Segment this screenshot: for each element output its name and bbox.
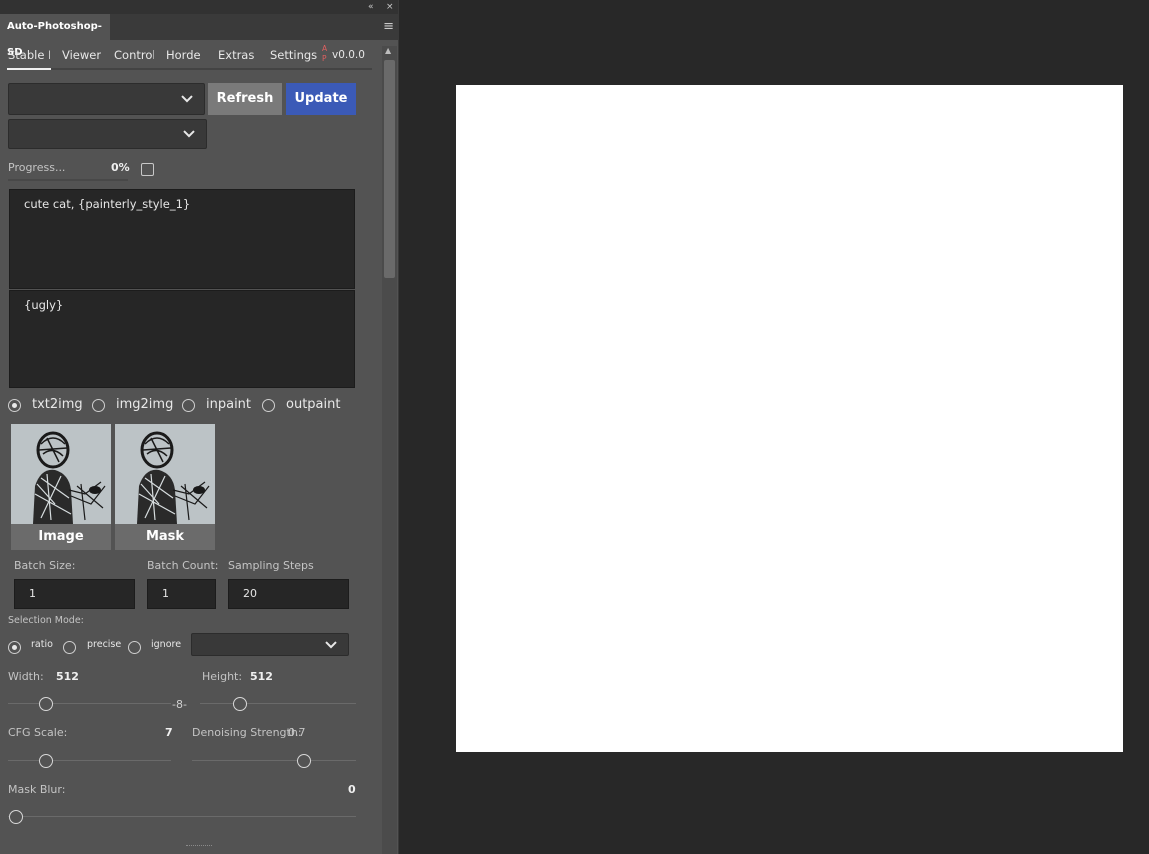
panel-title-tab[interactable]: Auto-Photoshop-SD xyxy=(0,14,110,58)
init-image-thumbnail[interactable]: Image xyxy=(11,424,111,550)
document-canvas[interactable] xyxy=(456,85,1123,752)
denoising-strength-value: 0.7 xyxy=(288,726,306,739)
refresh-button[interactable]: Refresh xyxy=(208,83,282,115)
batch-count-label: Batch Count: xyxy=(147,559,219,572)
cfg-scale-slider[interactable] xyxy=(8,754,171,768)
height-slider-track xyxy=(200,703,356,704)
progress-percent: 0% xyxy=(111,161,130,174)
height-value: 512 xyxy=(250,670,273,683)
version-label: v0.0.0 xyxy=(332,49,365,61)
panel-resize-grip[interactable] xyxy=(186,845,212,849)
cfg-scale-label: CFG Scale: xyxy=(8,726,68,739)
radio-inpaint[interactable] xyxy=(182,399,195,412)
scroll-up-icon[interactable]: ▲ xyxy=(385,46,391,55)
tab-controlnet[interactable]: Controlt xyxy=(114,48,154,62)
radio-outpaint[interactable] xyxy=(262,399,275,412)
mask-blur-label: Mask Blur: xyxy=(8,783,66,796)
selection-mode-select[interactable] xyxy=(191,633,349,656)
sampling-steps-label: Sampling Steps xyxy=(228,559,314,572)
denoising-strength-label: Denoising Strength: xyxy=(192,726,302,739)
mask-caption: Mask xyxy=(115,524,215,550)
width-value: 512 xyxy=(56,670,79,683)
panel-header: Auto-Photoshop-SD ≡ xyxy=(0,14,398,58)
tab-settings[interactable]: Settings xyxy=(270,48,317,62)
width-label: Width: xyxy=(8,670,44,683)
radio-label-txt2img: txt2img xyxy=(32,397,83,412)
tab-divider xyxy=(7,68,372,70)
mask-blur-slider[interactable] xyxy=(8,810,356,824)
width-slider-track xyxy=(8,703,171,704)
progress-label: Progress... xyxy=(8,161,66,174)
chevron-down-icon xyxy=(181,95,193,103)
batch-size-input[interactable]: 1 xyxy=(14,579,135,609)
height-slider[interactable] xyxy=(200,697,356,711)
height-slider-knob[interactable] xyxy=(233,697,247,711)
auto-photoshop-sd-panel: « × Auto-Photoshop-SD ≡ Stable Di Viewer… xyxy=(0,0,399,854)
tab-horde[interactable]: Horde xyxy=(166,48,201,62)
batch-size-label: Batch Size: xyxy=(14,559,76,572)
batch-count-input[interactable]: 1 xyxy=(147,579,216,609)
sketch-figure-mask xyxy=(115,424,215,524)
radio-label-ignore: ignore xyxy=(151,639,182,650)
link-dimensions-icon[interactable]: -8- xyxy=(172,698,187,711)
panel-title-strip: « × xyxy=(0,0,398,14)
chevron-down-icon xyxy=(183,130,195,138)
cfg-scale-value: 7 xyxy=(165,726,173,739)
panel-menu-icon[interactable]: ≡ xyxy=(383,19,394,34)
mask-blur-slider-knob[interactable] xyxy=(9,810,23,824)
denoise-slider-knob[interactable] xyxy=(297,754,311,768)
sampling-steps-input[interactable]: 20 xyxy=(228,579,349,609)
progress-bar xyxy=(8,179,128,181)
image-caption: Image xyxy=(11,524,111,550)
radio-precise[interactable] xyxy=(63,641,76,654)
mask-blur-slider-track xyxy=(8,816,356,817)
update-button[interactable]: Update xyxy=(286,83,356,115)
selection-mode-label: Selection Mode: xyxy=(8,615,84,626)
tab-stable-diffusion[interactable]: Stable Di xyxy=(8,48,50,62)
width-slider-knob[interactable] xyxy=(39,697,53,711)
sketch-figure-image xyxy=(11,424,111,524)
radio-txt2img[interactable] xyxy=(8,399,21,412)
height-label: Height: xyxy=(202,670,243,683)
mask-blur-value: 0 xyxy=(348,783,356,796)
radio-img2img[interactable] xyxy=(92,399,105,412)
tab-bar: Stable Di Viewer Controlt Horde Extras S… xyxy=(0,40,372,72)
secondary-select[interactable] xyxy=(8,119,207,149)
positive-prompt-textarea[interactable]: cute cat, {painterly_style_1} xyxy=(9,189,355,289)
radio-label-img2img: img2img xyxy=(116,397,174,412)
cfg-slider-knob[interactable] xyxy=(39,754,53,768)
denoising-strength-slider[interactable] xyxy=(192,754,356,768)
radio-label-outpaint: outpaint xyxy=(286,397,341,412)
radio-ignore[interactable] xyxy=(128,641,141,654)
radio-label-precise: precise xyxy=(87,639,122,650)
radio-label-ratio: ratio xyxy=(31,639,53,650)
negative-prompt-textarea[interactable]: {ugly} xyxy=(9,290,355,388)
chevron-down-icon xyxy=(325,640,337,648)
collapse-panel-icon[interactable]: « xyxy=(368,1,374,13)
progress-checkbox[interactable] xyxy=(141,163,154,176)
radio-label-inpaint: inpaint xyxy=(206,397,252,412)
radio-ratio[interactable] xyxy=(8,641,21,654)
tab-extras[interactable]: Extras xyxy=(218,48,254,62)
ap-logo: AP xyxy=(322,44,328,63)
denoise-slider-track xyxy=(192,760,356,761)
panel-scrollbar[interactable]: ▲ xyxy=(382,46,397,854)
cfg-slider-track xyxy=(8,760,171,761)
close-panel-icon[interactable]: × xyxy=(386,1,394,13)
scrollbar-thumb[interactable] xyxy=(384,60,395,278)
active-tab-indicator xyxy=(7,68,51,70)
width-slider[interactable] xyxy=(8,697,171,711)
mask-image-thumbnail[interactable]: Mask xyxy=(115,424,215,550)
model-select[interactable] xyxy=(8,83,205,115)
tab-viewer[interactable]: Viewer xyxy=(62,48,101,62)
